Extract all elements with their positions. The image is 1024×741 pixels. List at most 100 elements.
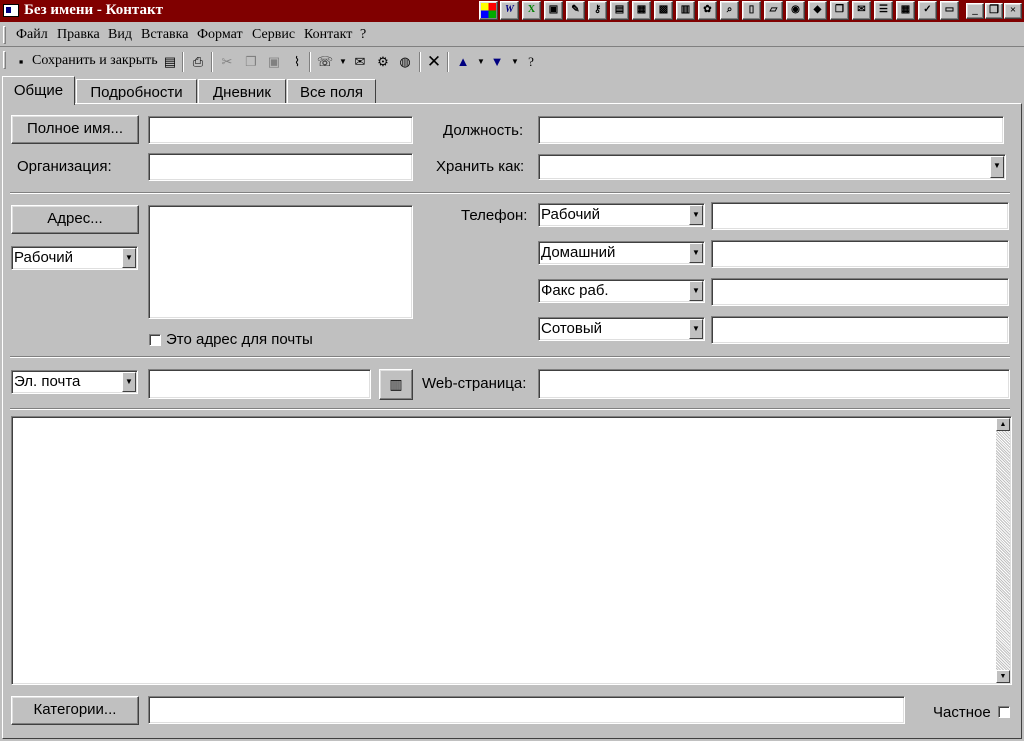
contact-card-icon bbox=[3, 4, 19, 17]
office-assistant-icon[interactable]: ? bbox=[522, 53, 540, 71]
dial-dropdown-icon[interactable]: ▼ bbox=[334, 53, 352, 71]
phone-field-2[interactable] bbox=[711, 240, 1009, 268]
internet-icon[interactable]: ◉ bbox=[786, 1, 805, 20]
powerpoint-icon[interactable]: ▣ bbox=[544, 1, 563, 20]
address-type-select[interactable]: Рабочий ▼ bbox=[11, 246, 138, 270]
menu-insert[interactable]: Вставка bbox=[141, 27, 188, 43]
toolbar-grip[interactable] bbox=[3, 51, 6, 69]
tab-all-fields[interactable]: Все поля bbox=[287, 79, 376, 104]
notes-textarea[interactable]: ▲ ▼ bbox=[11, 416, 1012, 685]
schedule-icon[interactable]: ▦ bbox=[632, 1, 651, 20]
private-checkbox[interactable] bbox=[998, 706, 1010, 718]
excel-icon[interactable]: X bbox=[522, 1, 541, 20]
menu-edit[interactable]: Правка bbox=[57, 27, 100, 43]
new-note-icon[interactable]: ▭ bbox=[940, 1, 959, 20]
phone-field-1[interactable] bbox=[711, 202, 1009, 230]
new-task-icon[interactable]: ✓ bbox=[918, 1, 937, 20]
scroll-up-icon[interactable]: ▲ bbox=[996, 418, 1010, 431]
menu-help[interactable]: ? bbox=[360, 27, 366, 43]
word-icon[interactable]: W bbox=[500, 1, 519, 20]
address-textarea[interactable] bbox=[148, 205, 413, 319]
office-logo-icon[interactable] bbox=[479, 1, 498, 20]
tab-journal[interactable]: Дневник bbox=[198, 79, 286, 104]
chevron-down-icon[interactable]: ▼ bbox=[122, 248, 136, 268]
chevron-down-icon[interactable]: ▼ bbox=[122, 372, 136, 392]
find-icon[interactable]: ⌕ bbox=[720, 1, 739, 20]
phone-type-select-1[interactable]: Рабочий ▼ bbox=[538, 203, 705, 227]
clipart-icon[interactable]: ✿ bbox=[698, 1, 717, 20]
menu-view[interactable]: Вид bbox=[108, 27, 132, 43]
chevron-down-icon[interactable]: ▼ bbox=[689, 205, 703, 225]
menu-file[interactable]: Файл bbox=[16, 27, 48, 43]
email-type-select[interactable]: Эл. почта ▼ bbox=[11, 370, 138, 394]
restore-icon[interactable]: ❐ bbox=[985, 3, 1003, 19]
binder-icon[interactable]: ✎ bbox=[566, 1, 585, 20]
tab-general[interactable]: Общие bbox=[2, 76, 75, 105]
chevron-down-icon[interactable]: ▼ bbox=[990, 156, 1004, 178]
new-appointment-icon[interactable]: ▦ bbox=[896, 1, 915, 20]
full-name-button[interactable]: Полное имя... bbox=[11, 115, 139, 144]
film-icon[interactable]: ▩ bbox=[654, 1, 673, 20]
mailing-address-checkbox[interactable] bbox=[149, 334, 161, 346]
email-type-value: Эл. почта bbox=[14, 373, 81, 390]
file-as-combo[interactable]: ▼ bbox=[538, 154, 1006, 180]
phone-field-3[interactable] bbox=[711, 278, 1009, 306]
access-icon[interactable]: ▤ bbox=[610, 1, 629, 20]
minimize-icon[interactable]: _ bbox=[966, 3, 984, 19]
scroll-down-icon[interactable]: ▼ bbox=[996, 670, 1010, 683]
phone-label: Телефон: bbox=[461, 207, 528, 224]
chevron-down-icon[interactable]: ▼ bbox=[689, 243, 703, 263]
calendar-icon[interactable]: ▥ bbox=[676, 1, 695, 20]
print-icon[interactable]: ⎙ bbox=[189, 53, 207, 71]
note-icon[interactable]: ◆ bbox=[808, 1, 827, 20]
address-book-button[interactable]: ▥ bbox=[379, 369, 413, 400]
phone-type-select-3[interactable]: Факс раб. ▼ bbox=[538, 279, 705, 303]
job-title-field[interactable] bbox=[538, 116, 1004, 144]
categories-field[interactable] bbox=[148, 696, 905, 724]
tab-details[interactable]: Подробности bbox=[76, 79, 197, 104]
chevron-down-icon[interactable]: ▼ bbox=[689, 281, 703, 301]
menu-grip[interactable] bbox=[3, 26, 6, 44]
dial-icon[interactable]: ☏ bbox=[316, 53, 334, 71]
new-meeting-icon[interactable]: ⚙ bbox=[374, 53, 392, 71]
full-name-field[interactable] bbox=[148, 116, 413, 144]
previous-item-icon[interactable]: ▲ bbox=[454, 53, 472, 71]
organization-field[interactable] bbox=[148, 153, 413, 181]
organization-label: Организация: bbox=[17, 158, 112, 175]
email-field[interactable] bbox=[148, 369, 371, 399]
chevron-down-icon[interactable]: ▼ bbox=[689, 319, 703, 339]
copy-icon[interactable]: ❐ bbox=[830, 1, 849, 20]
phone-type-value: Факс раб. bbox=[541, 282, 609, 299]
explore-web-icon[interactable]: ◍ bbox=[396, 53, 414, 71]
web-page-label: Web-страница: bbox=[422, 375, 527, 392]
close-icon[interactable]: × bbox=[1004, 3, 1022, 19]
phone-type-value: Рабочий bbox=[541, 206, 601, 223]
address-button[interactable]: Адрес... bbox=[11, 205, 139, 234]
key-icon[interactable]: ⚷ bbox=[588, 1, 607, 20]
web-page-field[interactable] bbox=[538, 369, 1010, 399]
save-attachments-icon[interactable]: ▤ bbox=[161, 53, 179, 71]
paste-icon[interactable]: ▣ bbox=[265, 53, 283, 71]
phone-type-select-2[interactable]: Домашний ▼ bbox=[538, 241, 705, 265]
window-title: Без имени - Контакт bbox=[24, 2, 163, 18]
copy-icon[interactable]: ❐ bbox=[242, 53, 260, 71]
new-letter-icon[interactable]: ✉ bbox=[351, 53, 369, 71]
attach-icon[interactable]: ⌇ bbox=[288, 53, 306, 71]
phone-type-select-4[interactable]: Сотовый ▼ bbox=[538, 317, 705, 341]
new-message-icon[interactable]: ✉ bbox=[852, 1, 871, 20]
menu-tools[interactable]: Сервис bbox=[252, 27, 295, 43]
menu-contact[interactable]: Контакт bbox=[304, 27, 352, 43]
title-bar: Без имени - Контакт W X ▣ ✎ ⚷ ▤ ▦ ▩ ▥ ✿ … bbox=[0, 0, 1024, 22]
save-close-button[interactable]: Сохранить и закрыть bbox=[32, 53, 158, 69]
delete-icon[interactable]: ✕ bbox=[425, 53, 443, 71]
cut-icon[interactable]: ✂ bbox=[218, 53, 236, 71]
categories-button[interactable]: Категории... bbox=[11, 696, 139, 725]
new-contact-icon[interactable]: ☰ bbox=[874, 1, 893, 20]
open-folder-icon[interactable]: ▱ bbox=[764, 1, 783, 20]
menu-format[interactable]: Формат bbox=[197, 27, 243, 43]
next-item-icon[interactable]: ▼ bbox=[488, 53, 506, 71]
notes-scrollbar[interactable]: ▲ ▼ bbox=[996, 418, 1010, 683]
new-document-icon[interactable]: ▯ bbox=[742, 1, 761, 20]
phone-field-4[interactable] bbox=[711, 316, 1009, 344]
toolbar-separator bbox=[182, 52, 184, 72]
